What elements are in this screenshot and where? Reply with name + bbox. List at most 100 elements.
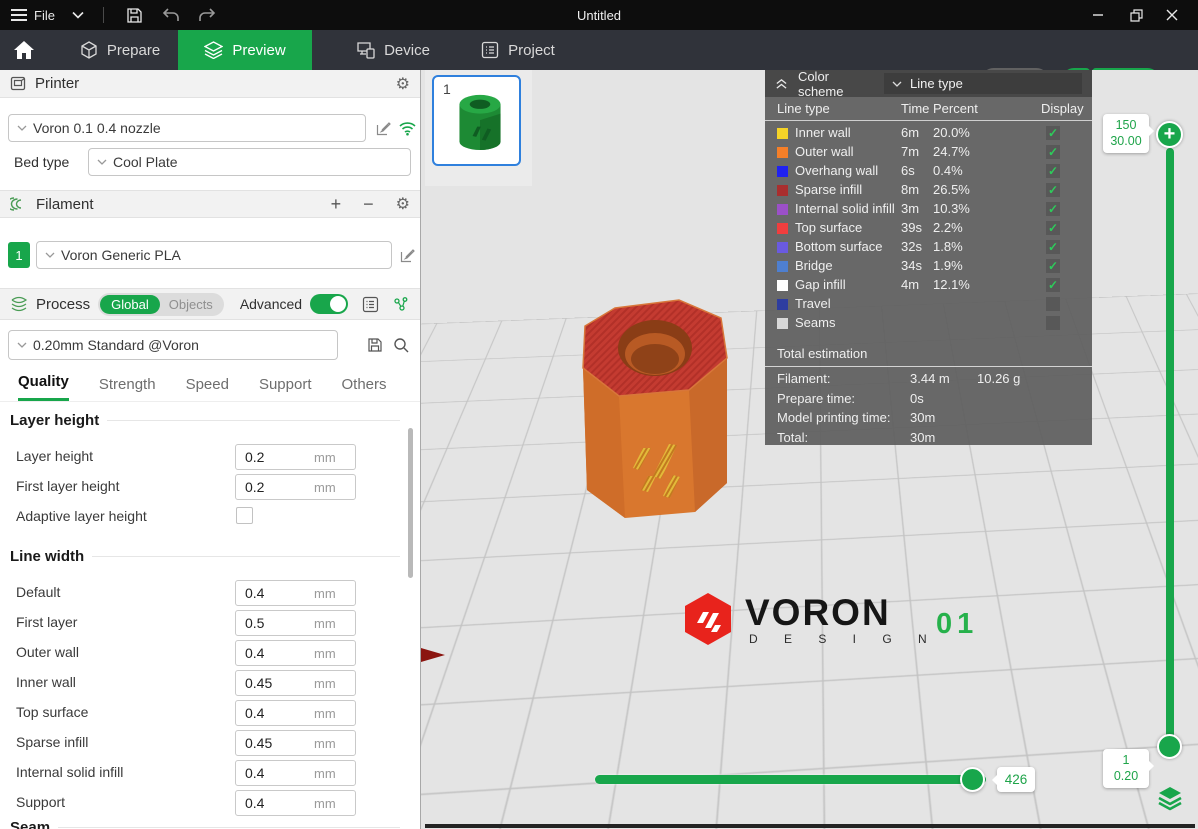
maximize-button[interactable] — [1116, 0, 1156, 30]
line-type-percent: 10.3% — [933, 201, 970, 216]
process-tab-quality[interactable]: Quality — [18, 373, 69, 401]
process-icon — [10, 296, 28, 312]
add-filament-icon[interactable]: + — [331, 194, 342, 215]
color-scheme-label: Color scheme — [798, 70, 872, 99]
process-tab-others[interactable]: Others — [342, 376, 387, 401]
chevron-down-icon — [97, 159, 107, 165]
plate-logo-brand: VORON — [745, 594, 938, 631]
line-type-row: Gap infill4m12.1%✓ — [765, 276, 1092, 295]
bed-type-select[interactable]: Cool Plate — [88, 148, 411, 176]
value-input[interactable] — [236, 764, 314, 782]
param-label: Default — [16, 584, 60, 600]
main-tab-bar: Prepare Preview Device Project Slice Pri… — [0, 30, 1198, 70]
line-type-time: 7m — [901, 144, 919, 159]
value-input[interactable] — [236, 584, 314, 602]
compare-presets-icon[interactable] — [393, 296, 410, 313]
advanced-label: Advanced — [240, 296, 302, 312]
line-type-percent: 12.1% — [933, 277, 970, 292]
scope-global[interactable]: Global — [100, 295, 160, 314]
display-checkbox[interactable]: ✓ — [1046, 202, 1060, 216]
display-checkbox[interactable]: ✓ — [1046, 278, 1060, 292]
adaptive-layer-height-label: Adaptive layer height — [16, 508, 147, 524]
printer-connection-wifi-icon[interactable] — [396, 117, 418, 139]
display-checkbox[interactable]: ✓ — [1046, 183, 1060, 197]
line-type-color-swatch — [777, 128, 788, 139]
seam-section-title: Seam — [10, 819, 400, 829]
process-scope-toggle[interactable]: Global Objects — [98, 293, 224, 316]
value-input[interactable] — [236, 644, 314, 662]
remove-filament-icon[interactable]: − — [363, 194, 374, 215]
color-scheme-panel: Color scheme Line type Line type Time Pe… — [765, 70, 1092, 445]
plate-thumbnail[interactable]: 1 — [432, 75, 521, 166]
line-type-percent: 24.7% — [933, 144, 970, 159]
first-layer-height-input[interactable] — [236, 478, 314, 496]
process-preset-select[interactable]: 0.20mm Standard @Voron — [8, 330, 338, 360]
line-type-color-swatch — [777, 242, 788, 253]
tab-prepare[interactable]: Prepare — [62, 30, 178, 70]
close-button[interactable] — [1152, 0, 1192, 30]
collapse-panel-icon[interactable] — [775, 78, 788, 90]
sliced-model[interactable] — [573, 298, 741, 526]
display-checkbox[interactable]: ✓ — [1046, 221, 1060, 235]
color-scheme-select[interactable]: Line type — [884, 73, 1082, 94]
first-layer-height-field: mm — [235, 474, 356, 500]
scope-objects[interactable]: Objects — [160, 297, 222, 312]
layer-slider-top-handle[interactable]: + — [1156, 121, 1183, 148]
preview-viewport[interactable]: VORON D E S I G N 01 — [421, 70, 1198, 829]
total-estimation-title: Total estimation — [777, 346, 867, 361]
display-checkbox[interactable]: ✓ — [1046, 126, 1060, 140]
layer-slider-bottom-handle[interactable] — [1157, 734, 1182, 759]
process-tab-strength[interactable]: Strength — [99, 376, 156, 401]
filament-slot-badge[interactable]: 1 — [8, 242, 30, 268]
filament-preset-select[interactable]: Voron Generic PLA — [36, 241, 392, 269]
display-checkbox[interactable] — [1046, 297, 1060, 311]
total-estimation-row: Total:30m — [765, 429, 1092, 449]
display-checkbox[interactable]: ✓ — [1046, 145, 1060, 159]
estimation-value: 3.44 m — [910, 371, 950, 386]
display-checkbox[interactable]: ✓ — [1046, 164, 1060, 178]
display-checkbox[interactable]: ✓ — [1046, 259, 1060, 273]
value-input[interactable] — [236, 614, 314, 632]
step-slider-handle[interactable] — [960, 767, 985, 792]
line-type-name: Bridge — [795, 258, 833, 273]
line-type-row: Inner wall6m20.0%✓ — [765, 124, 1092, 143]
value-input[interactable] — [236, 674, 314, 692]
sidebar-scrollbar[interactable] — [408, 428, 413, 578]
display-checkbox[interactable] — [1046, 316, 1060, 330]
minimize-button[interactable] — [1078, 0, 1118, 30]
value-input[interactable] — [236, 704, 314, 722]
parameter-list-icon[interactable] — [362, 296, 379, 313]
estimation-label: Total: — [777, 430, 808, 445]
line-type-name: Overhang wall — [795, 163, 878, 178]
device-icon — [356, 41, 375, 59]
collapsed-bottom-bar[interactable] — [425, 824, 1195, 828]
unit-label: mm — [314, 766, 336, 781]
step-slider-track[interactable] — [595, 775, 986, 784]
search-icon[interactable] — [390, 334, 412, 356]
adaptive-layer-height-checkbox[interactable] — [236, 507, 253, 524]
value-input[interactable] — [236, 794, 314, 812]
filament-settings-gear-icon[interactable]: ⚙ — [396, 194, 410, 214]
edit-filament-icon[interactable] — [396, 244, 418, 266]
printer-preset-select[interactable]: Voron 0.1 0.4 nozzle — [8, 114, 366, 142]
first-layer-width-field: mm — [235, 610, 356, 636]
edit-printer-icon[interactable] — [372, 117, 394, 139]
advanced-toggle[interactable] — [310, 294, 348, 314]
printer-settings-gear-icon[interactable]: ⚙ — [396, 74, 410, 94]
process-tab-support[interactable]: Support — [259, 376, 312, 401]
save-preset-icon[interactable] — [364, 334, 386, 356]
tab-preview[interactable]: Preview — [178, 30, 312, 70]
tab-device[interactable]: Device — [330, 30, 456, 70]
total-estimation-row: Filament:3.44 m10.26 g — [765, 370, 1092, 390]
estimation-value: 30m — [910, 410, 935, 425]
layer-height-input[interactable] — [236, 448, 314, 466]
tab-project[interactable]: Project — [458, 30, 578, 70]
process-tab-speed[interactable]: Speed — [186, 376, 229, 401]
value-input[interactable] — [236, 734, 314, 752]
chevron-down-icon — [892, 81, 902, 87]
layers-mode-icon[interactable] — [1156, 784, 1184, 812]
display-checkbox[interactable]: ✓ — [1046, 240, 1060, 254]
home-icon[interactable] — [0, 30, 48, 70]
divider — [765, 366, 1092, 367]
layer-slider-track[interactable] — [1166, 148, 1174, 748]
